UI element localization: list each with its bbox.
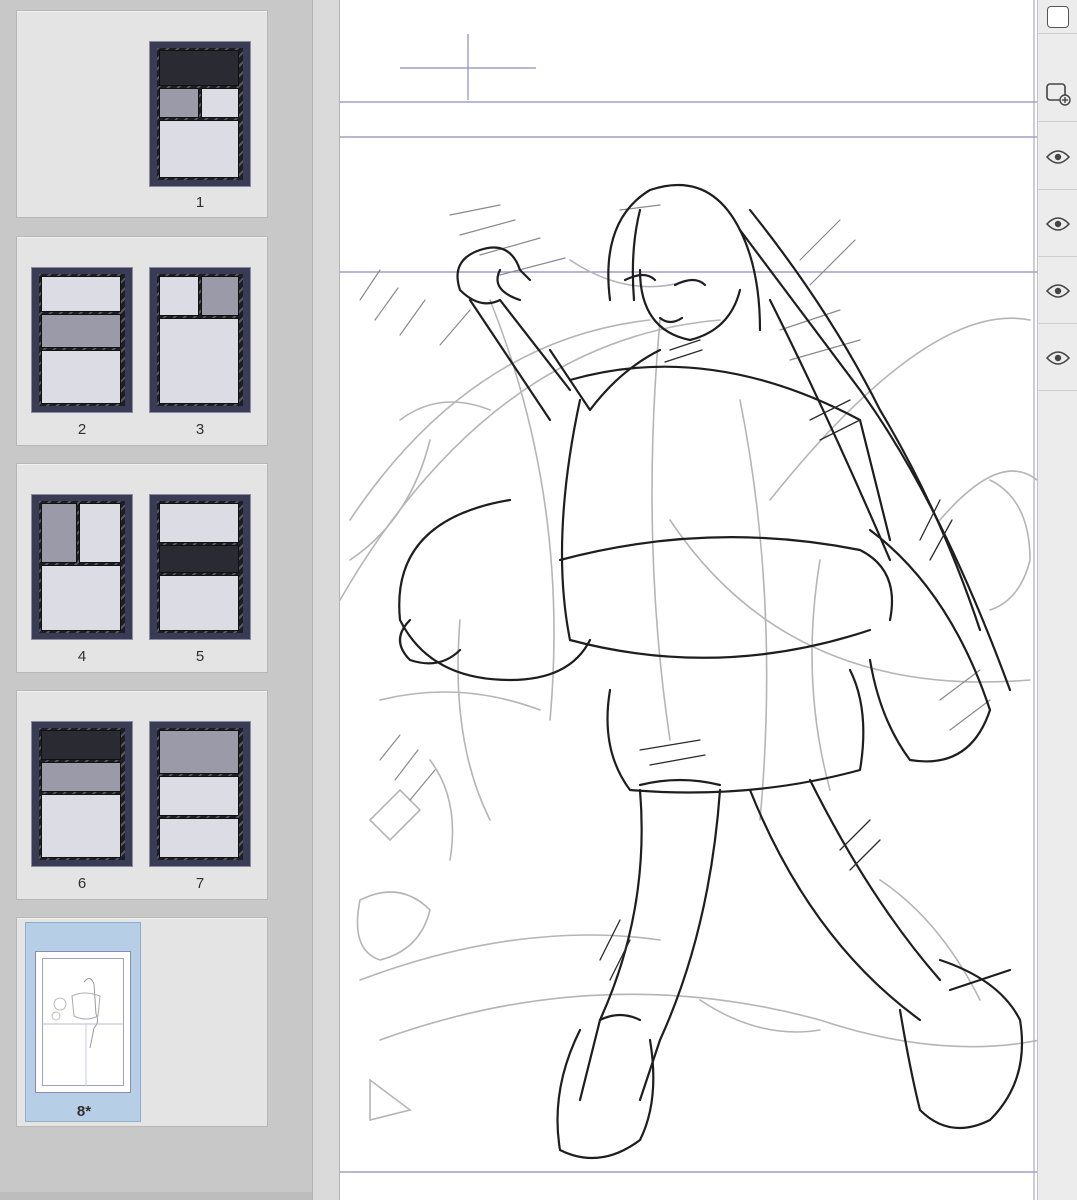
page-list-panel: 1 2 3 4 5 6 7 8* <box>0 0 312 1200</box>
sketch-preview <box>42 978 124 1086</box>
spread-2-3: 2 3 <box>16 236 268 446</box>
page-number-label: 3 <box>195 421 205 438</box>
new-layer-icon <box>1046 82 1071 106</box>
panel-bottom-toolbar <box>0 1192 312 1200</box>
spread-1: 1 <box>16 10 268 218</box>
page-thumbnail-2[interactable] <box>31 267 133 413</box>
layer-visibility-toggle-1[interactable] <box>1038 124 1077 190</box>
layer-visibility-toggle-2[interactable] <box>1038 191 1077 257</box>
eye-icon <box>1046 350 1070 365</box>
page-art <box>35 951 131 1093</box>
page-number-label: 7 <box>195 875 205 892</box>
page-number-label: 2 <box>77 421 87 438</box>
page-number-label: 8* <box>76 1103 92 1120</box>
hatching-strokes <box>359 204 991 801</box>
page-number-label: 1 <box>195 194 205 211</box>
spread-8: 8* <box>16 917 268 1127</box>
layer-properties-strip <box>1037 0 1077 1200</box>
page-thumbnail-4[interactable] <box>31 494 133 640</box>
layer-visibility-toggle-3[interactable] <box>1038 258 1077 324</box>
page-thumbnail-5[interactable] <box>149 494 251 640</box>
spread-4-5: 4 5 <box>16 463 268 673</box>
page-thumbnail-8-selected[interactable]: 8* <box>25 922 141 1122</box>
page-thumbnail-1[interactable] <box>149 41 251 187</box>
new-layer-button[interactable] <box>1038 66 1077 122</box>
construction-lines <box>340 259 1037 1122</box>
spread-6-7: 6 7 <box>16 690 268 900</box>
page-thumbnail-3[interactable] <box>149 267 251 413</box>
layer-visibility-toggle-4[interactable] <box>1038 325 1077 391</box>
layer-square-icon <box>1047 5 1069 28</box>
page-number-label: 6 <box>77 875 87 892</box>
drawing-canvas[interactable] <box>340 0 1037 1200</box>
figure-lineart <box>398 183 1024 1160</box>
sketch-drawing <box>340 0 1037 1200</box>
eye-icon <box>1046 149 1070 164</box>
page-number-label: 5 <box>195 648 205 665</box>
eye-icon <box>1046 216 1070 231</box>
panel-scroll-divider[interactable] <box>312 0 340 1200</box>
page-thumbnail-7[interactable] <box>149 721 251 867</box>
page-art <box>157 48 243 180</box>
page-number-label: 4 <box>77 648 87 665</box>
layer-color-button[interactable] <box>1038 0 1077 34</box>
page-thumbnail-6[interactable] <box>31 721 133 867</box>
eye-icon <box>1046 283 1070 298</box>
